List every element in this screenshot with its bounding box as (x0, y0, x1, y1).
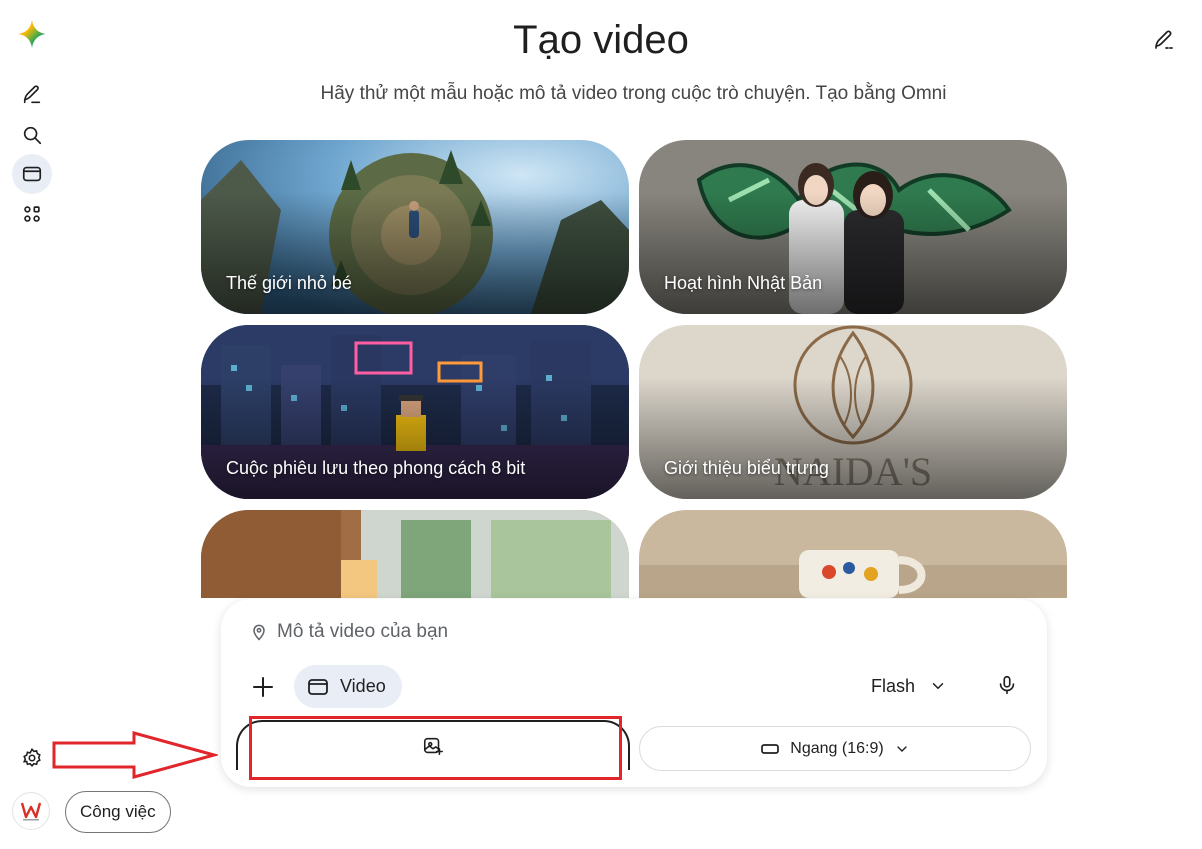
add-button[interactable] (247, 671, 279, 703)
card-label: Thế giới nhỏ bé (226, 273, 352, 293)
annotation-highlight-box (249, 716, 622, 780)
plus-icon (253, 677, 273, 697)
card-label: Cuộc phiêu lưu theo phong cách 8 bit (226, 458, 526, 478)
template-card-anime[interactable]: Hoạt hình Nhật Bản (639, 140, 1067, 314)
template-card-tiny-world[interactable]: Thế giới nhỏ bé (201, 140, 629, 314)
kitchen-image (639, 510, 1067, 598)
video-mode-chip[interactable]: Video (294, 665, 402, 708)
video-icon (308, 678, 328, 695)
microphone-icon (999, 675, 1015, 695)
annotation-arrow-icon (52, 731, 218, 779)
microphone-button[interactable] (991, 669, 1023, 701)
video-nav-button[interactable] (12, 154, 52, 194)
page-title: Tạo video (513, 18, 689, 62)
search-icon (23, 126, 42, 145)
prompt-placeholder: Mô tả video của bạn (277, 621, 449, 642)
settings-button[interactable] (12, 738, 52, 778)
sidebar (0, 0, 66, 849)
brand-logo-icon (20, 802, 42, 821)
template-card-8bit[interactable]: Cuộc phiêu lưu theo phong cách 8 bit (201, 325, 629, 499)
interior-image (201, 510, 629, 598)
work-button[interactable]: Công việc (65, 791, 171, 833)
aspect-ratio-label: Ngang (16:9) (790, 739, 884, 757)
aspect-ratio-selector[interactable]: Ngang (16:9) (639, 726, 1031, 771)
video-icon (22, 166, 42, 182)
model-selector[interactable]: Flash (871, 669, 947, 703)
chevron-down-icon (897, 745, 907, 752)
video-chip-label: Video (340, 676, 386, 696)
settings-icon (22, 747, 41, 767)
template-card-interior[interactable] (201, 510, 629, 598)
edit-icon[interactable] (1152, 28, 1176, 52)
apps-button[interactable] (12, 194, 52, 234)
card-label: Hoạt hình Nhật Bản (664, 273, 823, 293)
page-subtitle: Hãy thử một mẫu hoặc mô tả video trong c… (320, 83, 947, 104)
prompt-input[interactable]: Mô tả video của bạn (249, 621, 448, 643)
model-label: Flash (871, 675, 916, 696)
chevron-down-icon (932, 683, 944, 690)
template-card-logo-intro[interactable]: NAIDA'S Giới thiệu biểu trưng (639, 325, 1067, 499)
template-card-kitchen[interactable] (639, 510, 1067, 598)
location-pin-icon (253, 624, 265, 641)
avatar[interactable] (12, 792, 50, 830)
landscape-ratio-icon (761, 743, 780, 754)
card-label: Giới thiệu biểu trưng (664, 458, 829, 478)
search-button[interactable] (12, 115, 52, 155)
apps-icon (24, 206, 40, 222)
